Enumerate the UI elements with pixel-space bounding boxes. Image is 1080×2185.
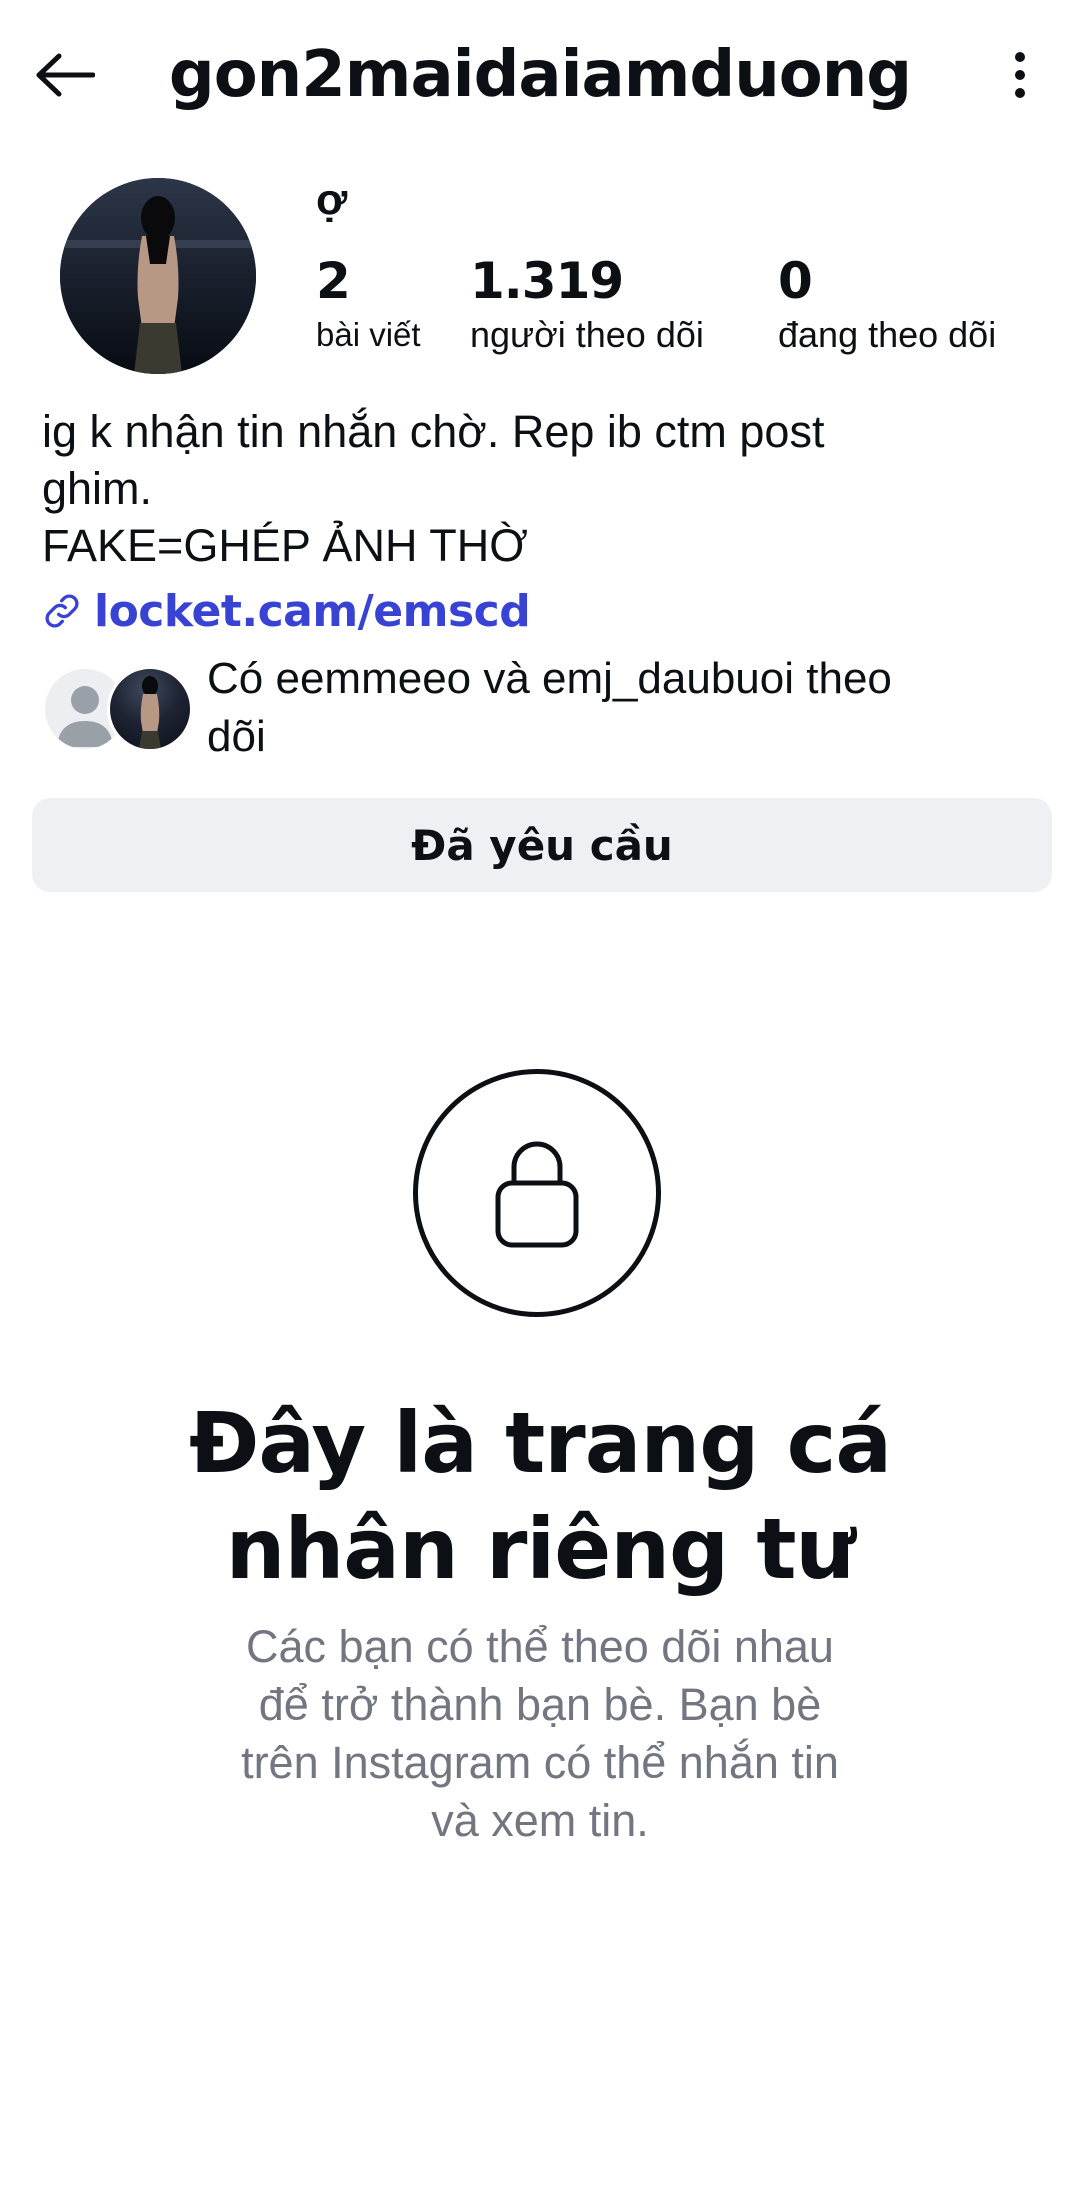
- more-options-button[interactable]: [990, 40, 1050, 110]
- bio-link[interactable]: locket.cam/emscd: [42, 582, 531, 640]
- following-label: đang theo dõi: [778, 314, 997, 355]
- lock-icon: [495, 1141, 579, 1248]
- mutual-line: dõi: [207, 712, 266, 761]
- link-icon: [45, 594, 79, 628]
- followers-count: 1.319: [470, 252, 624, 310]
- posts-count: 2: [316, 252, 351, 310]
- description-line: trên Instagram có thể nhắn tin: [241, 1737, 839, 1788]
- title-line: Đây là trang cá: [188, 1394, 892, 1492]
- requested-button[interactable]: Đã yêu cầu: [32, 798, 1052, 892]
- profile-bio: ig k nhận tin nhắn chờ. Rep ib ctm post …: [42, 403, 1042, 574]
- bio-line: ghim.: [42, 463, 153, 514]
- mutual-followers-text: Có eemmeeo và emj_daubuoi theo dõi: [207, 650, 1052, 766]
- description-line: để trở thành bạn bè. Bạn bè: [258, 1679, 822, 1730]
- bio-line: FAKE=GHÉP ẢNH THỜ: [42, 520, 528, 571]
- following-count: 0: [778, 252, 813, 310]
- arrow-left-icon: [36, 53, 95, 97]
- more-vertical-icon: [1015, 52, 1025, 98]
- profile-avatar[interactable]: [60, 178, 256, 374]
- followers-stat[interactable]: 1.319 người theo dõi: [470, 250, 704, 358]
- description-line: và xem tin.: [431, 1795, 649, 1846]
- mutual-followers[interactable]: Có eemmeeo và emj_daubuoi theo dõi: [42, 650, 1052, 761]
- bio-link-text: locket.cam/emscd: [94, 585, 531, 637]
- description-line: Các bạn có thể theo dõi nhau: [246, 1621, 834, 1672]
- posts-stat[interactable]: 2 bài viết: [316, 250, 421, 358]
- mutual-avatars: [42, 666, 193, 752]
- avatar: [107, 666, 193, 752]
- private-account-title: Đây là trang cá nhân riêng tư: [90, 1390, 990, 1602]
- mutual-line: Có eemmeeo và emj_daubuoi theo: [207, 654, 892, 703]
- profile-header: gon2maidaiamduong: [0, 0, 1080, 150]
- posts-label: bài viết: [316, 316, 421, 353]
- profile-username: gon2maidaiamduong: [168, 38, 912, 112]
- lock-badge: [413, 1069, 661, 1317]
- private-account-description: Các bạn có thể theo dõi nhau để trở thàn…: [160, 1618, 920, 1850]
- profile-display-name: ợ: [316, 175, 348, 224]
- back-button[interactable]: [30, 40, 100, 110]
- followers-label: người theo dõi: [470, 314, 704, 355]
- avatar-photo: [139, 676, 161, 749]
- following-stat[interactable]: 0 đang theo dõi: [778, 250, 996, 358]
- avatar-photo: [60, 178, 256, 374]
- title-line: nhân riêng tư: [225, 1500, 856, 1598]
- bio-line: ig k nhận tin nhắn chờ. Rep ib ctm post: [42, 406, 825, 457]
